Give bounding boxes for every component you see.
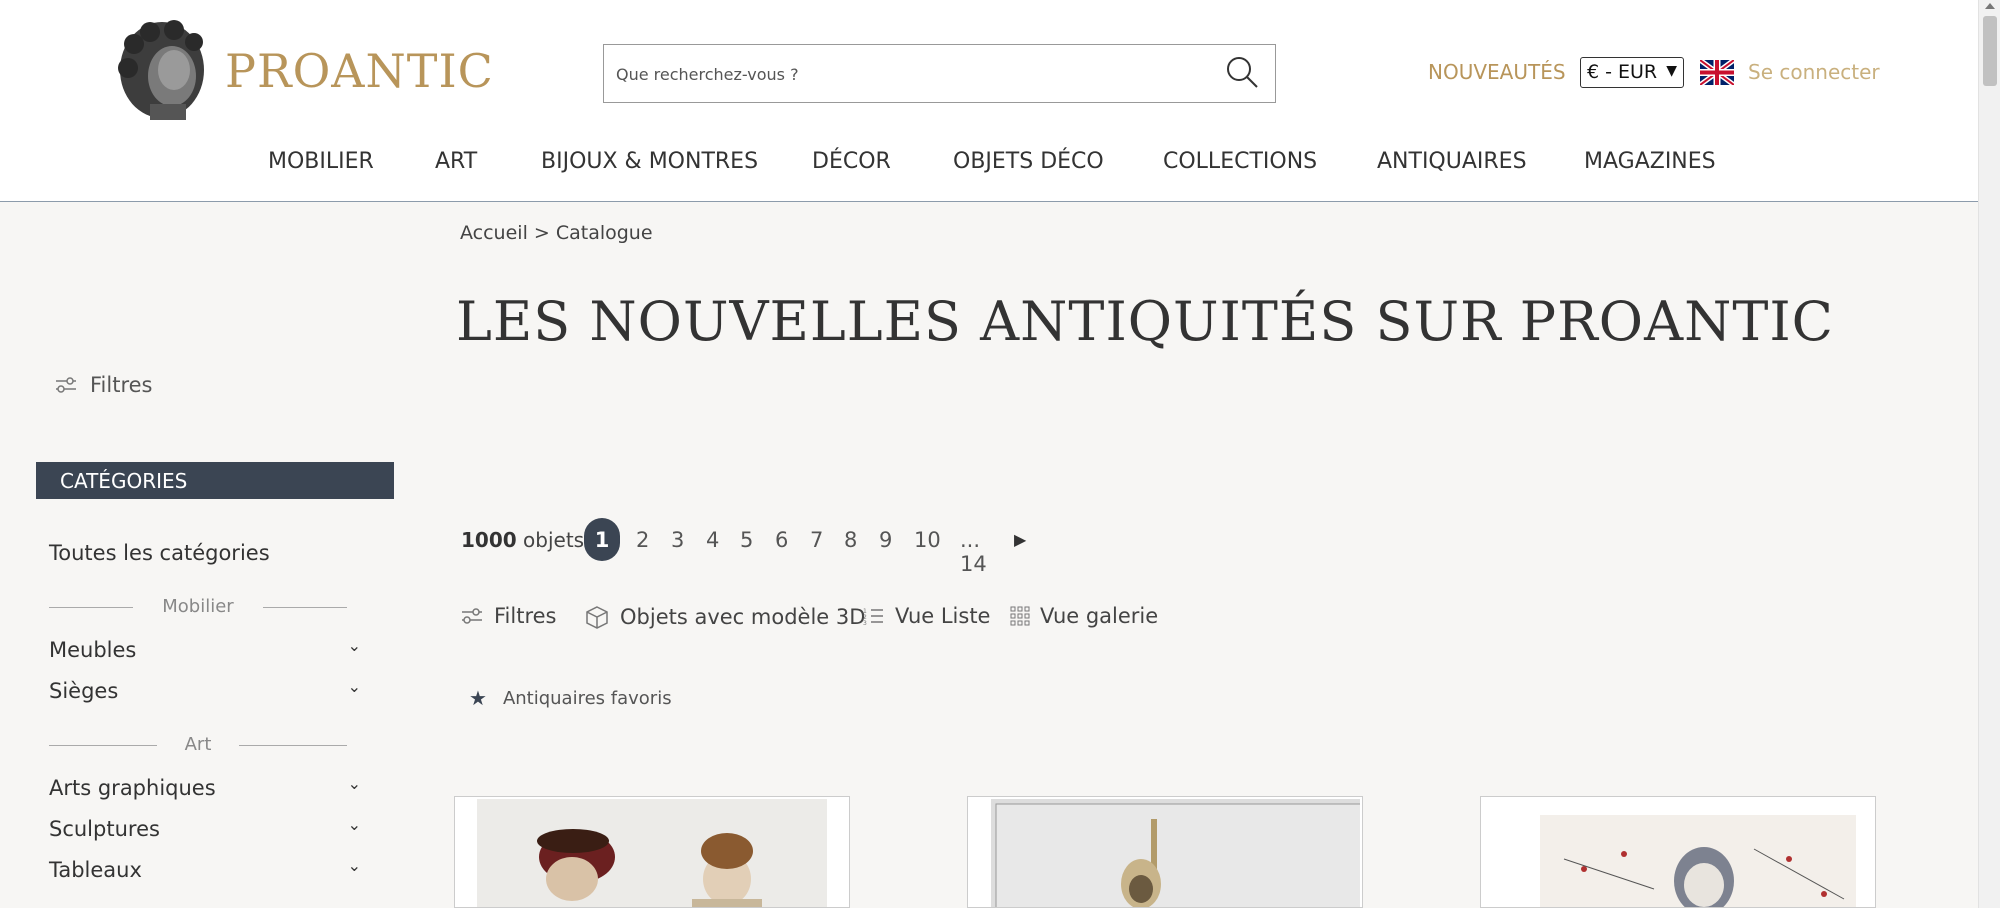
search-box[interactable] <box>603 44 1276 103</box>
svg-text:3: 3 <box>863 620 867 626</box>
list-view-button[interactable]: 1 2 3 Vue Liste <box>863 604 990 628</box>
page-link[interactable]: 3 <box>671 528 684 552</box>
filter-icon <box>462 608 482 624</box>
search-icon[interactable] <box>1224 54 1260 90</box>
product-card[interactable] <box>454 796 850 908</box>
page-link[interactable]: 4 <box>706 528 719 552</box>
sidebar-item-label: Sculptures <box>49 817 160 841</box>
product-card[interactable] <box>967 796 1363 908</box>
sidebar-item-label: Meubles <box>49 638 137 662</box>
sidebar-item-label: Arts graphiques <box>49 776 216 800</box>
sidebar-filters-button[interactable]: Filtres <box>54 373 153 397</box>
favorite-dealers-label: Antiquaires favoris <box>502 687 672 709</box>
nav-art[interactable]: ART <box>435 149 477 174</box>
chevron-down-icon[interactable]: ⌄ <box>348 774 361 793</box>
group-separator-art: Art <box>49 734 347 758</box>
chevron-down-icon[interactable]: ⌄ <box>348 815 361 834</box>
sidebar-item-tableaux[interactable]: Tableaux ⌄ <box>49 856 361 882</box>
filters-button[interactable]: Filtres <box>460 604 557 628</box>
list-view-icon: 1 2 3 <box>863 608 883 626</box>
sidebar-filters-label: Filtres <box>90 373 153 397</box>
cube-3d-icon <box>586 606 608 629</box>
scroll-up-icon[interactable] <box>1985 3 1995 9</box>
filters-label: Filtres <box>494 604 557 628</box>
list-view-label: Vue Liste <box>895 604 991 628</box>
objects-3d-label: Objets avec modèle 3D <box>620 605 866 629</box>
nav-collections[interactable]: COLLECTIONS <box>1163 149 1317 174</box>
sidebar-item-label: Tableaux <box>49 858 142 882</box>
page-link[interactable]: 7 <box>810 528 823 552</box>
all-categories-link[interactable]: Toutes les catégories <box>49 541 270 565</box>
chevron-down-icon[interactable]: ⌄ <box>348 677 361 696</box>
gallery-view-button[interactable]: Vue galerie <box>1010 604 1158 628</box>
filter-icon <box>56 377 76 393</box>
search-input[interactable] <box>616 61 1196 87</box>
page-title: LES NOUVELLES ANTIQUITÉS SUR PROANTIC <box>456 290 1834 353</box>
nav-objets-deco[interactable]: OBJETS DÉCO <box>953 149 1104 174</box>
page-link-last[interactable]: ... 14 <box>960 528 987 576</box>
nav-antiquaires[interactable]: ANTIQUAIRES <box>1377 149 1527 174</box>
product-image[interactable] <box>477 799 827 908</box>
sidebar-item-sculptures[interactable]: Sculptures ⌄ <box>49 815 361 841</box>
nav-bijoux-montres[interactable]: BIJOUX & MONTRES <box>541 149 758 174</box>
page-link[interactable]: 8 <box>844 528 857 552</box>
breadcrumb[interactable]: Accueil > Catalogue <box>460 222 653 244</box>
currency-select[interactable]: € - EUR ▼ <box>1580 57 1684 88</box>
sidebar-item-arts-graphiques[interactable]: Arts graphiques ⌄ <box>49 774 361 800</box>
page-scrollbar[interactable] <box>1978 0 2000 908</box>
star-icon: ★ <box>469 686 487 710</box>
sidebar-item-meubles[interactable]: Meubles ⌄ <box>49 636 361 662</box>
grid-view-icon <box>1010 606 1030 626</box>
scrollbar-thumb[interactable] <box>1983 16 1997 86</box>
nouveautes-link[interactable]: NOUVEAUTÉS <box>1428 60 1566 84</box>
product-card[interactable] <box>1480 796 1876 908</box>
chevron-down-icon: ▼ <box>1666 63 1677 79</box>
main-nav: MOBILIER ART BIJOUX & MONTRES DÉCOR OBJE… <box>0 149 1978 179</box>
page-link[interactable]: 5 <box>740 528 753 552</box>
chevron-down-icon[interactable]: ⌄ <box>348 636 361 655</box>
product-image[interactable] <box>1485 799 1873 908</box>
favorite-dealers-toggle[interactable]: ★ Antiquaires favoris <box>469 686 672 710</box>
sidebar-item-label: Sièges <box>49 679 119 703</box>
product-image[interactable] <box>972 799 1360 908</box>
next-page-icon[interactable]: ▶ <box>1014 530 1026 549</box>
uk-flag-icon[interactable] <box>1700 60 1734 85</box>
page-link[interactable]: 10 <box>914 528 941 552</box>
logo-bust-icon[interactable] <box>112 20 210 122</box>
gallery-view-label: Vue galerie <box>1040 604 1159 628</box>
logo-text[interactable]: PROANTIC <box>225 44 494 98</box>
nav-magazines[interactable]: MAGAZINES <box>1584 149 1716 174</box>
nav-decor[interactable]: DÉCOR <box>812 149 891 174</box>
group-separator-mobilier: Mobilier <box>49 596 347 620</box>
sidebar-item-sieges[interactable]: Sièges ⌄ <box>49 677 361 703</box>
result-count-number: 1000 <box>461 528 517 552</box>
page-link-current[interactable]: 1 <box>584 518 620 561</box>
page-link[interactable]: 2 <box>636 528 649 552</box>
result-count-label: objets <box>523 528 585 552</box>
nav-mobilier[interactable]: MOBILIER <box>268 149 374 174</box>
page-link[interactable]: 9 <box>879 528 892 552</box>
categories-header: CATÉGORIES <box>36 462 394 499</box>
objects-3d-button[interactable]: Objets avec modèle 3D <box>584 604 865 630</box>
login-link[interactable]: Se connecter <box>1748 60 1880 84</box>
site-header: PROANTIC NOUVEAUTÉS € - EUR ▼ Se connect… <box>0 0 1978 202</box>
result-count: 1000 objets <box>461 528 584 552</box>
chevron-down-icon[interactable]: ⌄ <box>348 856 361 875</box>
currency-value: € - EUR <box>1587 61 1658 83</box>
page-link[interactable]: 6 <box>775 528 788 552</box>
